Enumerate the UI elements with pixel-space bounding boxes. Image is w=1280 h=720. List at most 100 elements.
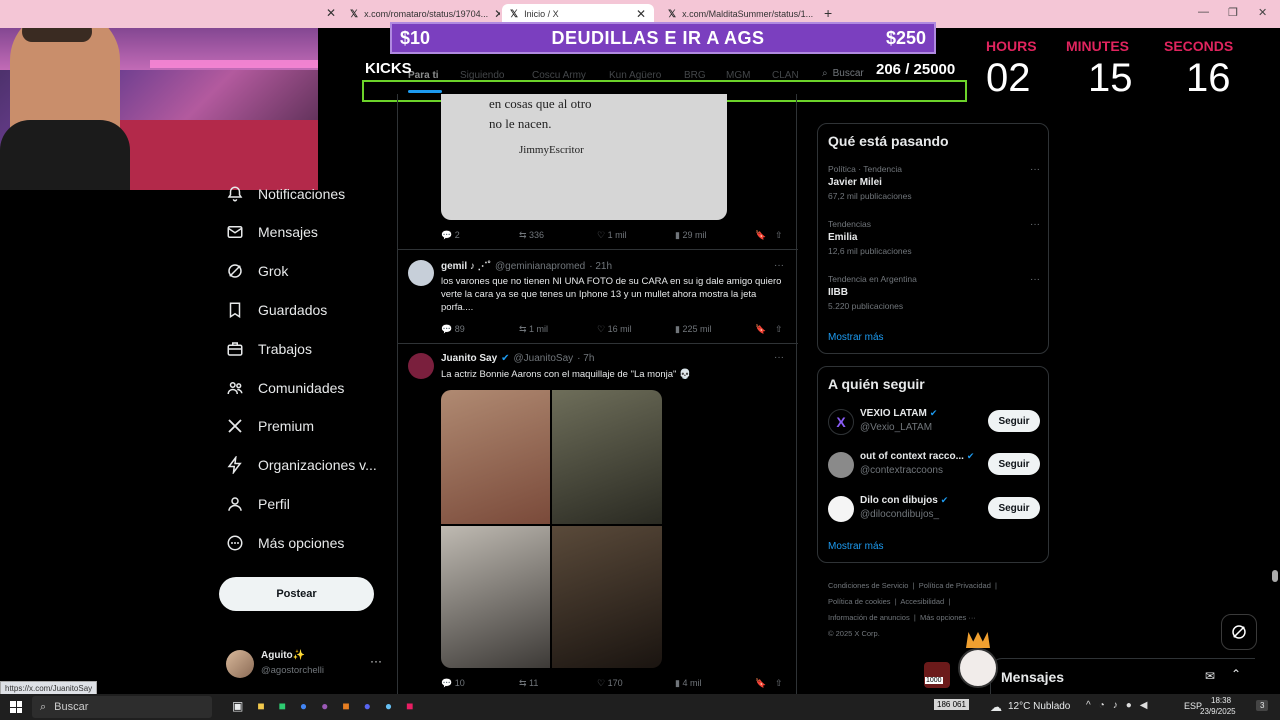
- account-switcher[interactable]: Aguito✨ @agostorchelli ···: [226, 648, 386, 680]
- post-image-quote[interactable]: en cosas que al otro no le nacen. JimmyE…: [441, 94, 727, 220]
- author-handle[interactable]: @JuanitoSay: [514, 353, 574, 364]
- obs-icon[interactable]: ●: [321, 699, 328, 713]
- app-icon[interactable]: ■: [406, 699, 413, 713]
- network-icon[interactable]: ◔: [1099, 700, 1105, 711]
- tab-para-ti[interactable]: Para ti: [408, 70, 460, 81]
- reply-button[interactable]: 💬 10: [441, 678, 519, 689]
- footer-link[interactable]: Accesibilidad: [900, 597, 944, 606]
- more-icon[interactable]: ···: [774, 352, 784, 363]
- author-handle[interactable]: @geminianapromed: [495, 261, 585, 272]
- discord-icon[interactable]: ●: [364, 699, 371, 713]
- more-icon[interactable]: ···: [1030, 164, 1040, 175]
- like-button[interactable]: ♡ 1 mil: [597, 230, 675, 241]
- nav-premium[interactable]: Premium: [226, 414, 314, 438]
- tab-kun-aguero[interactable]: Kun Agüero: [609, 70, 684, 81]
- more-icon[interactable]: ···: [774, 260, 784, 271]
- nav-perfil[interactable]: Perfil: [226, 492, 290, 516]
- chrome-icon[interactable]: ●: [300, 699, 307, 713]
- nav-guardados[interactable]: Guardados: [226, 298, 327, 322]
- follow-button[interactable]: Seguir: [988, 453, 1040, 475]
- volume-icon[interactable]: ♪: [1113, 700, 1118, 711]
- bookmark-icon[interactable]: 🔖: [755, 324, 775, 335]
- notification-count[interactable]: 3: [1256, 700, 1269, 711]
- trend-item[interactable]: Tendencia en Argentina IIBB 5.220 public…: [828, 274, 1040, 311]
- views-count[interactable]: ▮ 4 mil: [675, 678, 755, 689]
- close-icon[interactable]: ✕: [326, 6, 336, 20]
- avatar[interactable]: [408, 260, 434, 286]
- search-input[interactable]: ⌕ Buscar: [822, 68, 864, 79]
- post-time[interactable]: · 7h: [577, 353, 594, 364]
- photo-makeup[interactable]: [552, 390, 662, 524]
- close-tab-icon[interactable]: ✕: [494, 7, 500, 21]
- new-message-icon[interactable]: ✉: [1205, 669, 1215, 683]
- author-name[interactable]: Juanito Say: [441, 353, 497, 364]
- tab-clan[interactable]: CLAN: [772, 70, 812, 81]
- trends-show-more[interactable]: Mostrar más: [828, 332, 884, 343]
- share-icon[interactable]: ⇧: [775, 324, 783, 335]
- photo-nun[interactable]: [552, 526, 662, 668]
- nav-comunidades[interactable]: Comunidades: [226, 376, 344, 400]
- start-button[interactable]: [10, 701, 22, 713]
- page-scrollbar[interactable]: [1272, 60, 1278, 694]
- follow-button[interactable]: Seguir: [988, 410, 1040, 432]
- window-close-icon[interactable]: ✕: [1258, 6, 1267, 19]
- bookmark-icon[interactable]: 🔖: [755, 230, 775, 241]
- footer-link[interactable]: Condiciones de Servicio: [828, 581, 908, 590]
- tab-coscu-army[interactable]: Coscu Army: [532, 70, 609, 81]
- messages-drawer[interactable]: Mensajes ✉ ⌃: [990, 658, 1255, 694]
- nav-trabajos[interactable]: Trabajos: [226, 337, 312, 361]
- bookmark-icon[interactable]: 🔖: [755, 678, 775, 689]
- post-button[interactable]: Postear: [219, 577, 374, 611]
- post-time[interactable]: · 21h: [589, 261, 612, 272]
- repost-button[interactable]: ⇆ 336: [519, 230, 597, 241]
- close-tab-icon[interactable]: ✕: [636, 7, 646, 21]
- maximize-icon[interactable]: ❐: [1228, 6, 1238, 19]
- nav-mas-opciones[interactable]: Más opciones: [226, 531, 344, 555]
- repost-button[interactable]: ⇆ 11: [519, 678, 597, 689]
- scrollbar-thumb[interactable]: [1272, 570, 1278, 582]
- footer-link[interactable]: Política de cookies: [828, 597, 891, 606]
- footer-link[interactable]: Más opciones ···: [920, 613, 976, 622]
- follow-button[interactable]: Seguir: [988, 497, 1040, 519]
- more-icon[interactable]: ···: [370, 654, 382, 668]
- grok-floating-button[interactable]: [1221, 614, 1257, 650]
- tab-brg[interactable]: BRG: [684, 70, 726, 81]
- browser-tab-active[interactable]: 𝕏 Inicio / X ✕: [502, 4, 654, 24]
- chevron-up-icon[interactable]: ^: [1086, 700, 1091, 711]
- post-image-grid[interactable]: [441, 390, 662, 668]
- repost-button[interactable]: ⇆ 1 mil: [519, 324, 597, 335]
- expand-icon[interactable]: ⌃: [1231, 667, 1241, 681]
- file-explorer-icon[interactable]: ■: [257, 699, 264, 713]
- follow-suggestion[interactable]: X VEXIO LATAM ✔ @Vexio_LATAM Seguir: [828, 407, 1040, 439]
- author-name[interactable]: gemil ♪ ⋰˚: [441, 261, 491, 272]
- clock-date[interactable]: 23/9/2025: [1200, 707, 1236, 716]
- share-icon[interactable]: ⇧: [775, 230, 783, 241]
- more-icon[interactable]: ···: [1030, 219, 1040, 230]
- steam-icon[interactable]: ●: [385, 699, 392, 713]
- share-icon[interactable]: ⇧: [775, 678, 783, 689]
- photo-actress[interactable]: [441, 390, 550, 524]
- speaker-icon[interactable]: ◀: [1140, 700, 1148, 711]
- new-tab-button[interactable]: +: [824, 5, 832, 21]
- reply-button[interactable]: 💬 2: [441, 230, 519, 241]
- nav-organizaciones[interactable]: Organizaciones v...: [226, 453, 377, 477]
- taskbar-search[interactable]: ⌕ Buscar: [32, 696, 212, 718]
- browser-tab[interactable]: 𝕏 x.com/MalditaSummer/status/1... ✕: [660, 4, 818, 24]
- store-icon[interactable]: ■: [279, 699, 286, 713]
- tab-mgm[interactable]: MGM: [726, 70, 772, 81]
- mic-icon[interactable]: ●: [1126, 700, 1132, 711]
- follow-show-more[interactable]: Mostrar más: [828, 541, 884, 552]
- nav-notificaciones[interactable]: Notificaciones: [226, 182, 345, 206]
- views-count[interactable]: ▮ 225 mil: [675, 324, 755, 335]
- like-button[interactable]: ♡ 16 mil: [597, 324, 675, 335]
- browser-tab[interactable]: 𝕏 x.com/romataro/status/19704... ✕: [342, 4, 500, 24]
- minimize-icon[interactable]: —: [1198, 6, 1209, 18]
- more-icon[interactable]: ···: [1030, 274, 1040, 285]
- nav-mensajes[interactable]: Mensajes: [226, 220, 318, 244]
- photo-makeup-process[interactable]: [441, 526, 550, 668]
- trend-item[interactable]: Política · Tendencia Javier Milei 67,2 m…: [828, 164, 1040, 201]
- trend-item[interactable]: Tendencias Emilia 12,6 mil publicaciones…: [828, 219, 1040, 256]
- clock-time[interactable]: 18:38: [1211, 696, 1231, 705]
- tab-siguiendo[interactable]: Siguiendo: [460, 70, 532, 81]
- avatar[interactable]: [408, 353, 434, 379]
